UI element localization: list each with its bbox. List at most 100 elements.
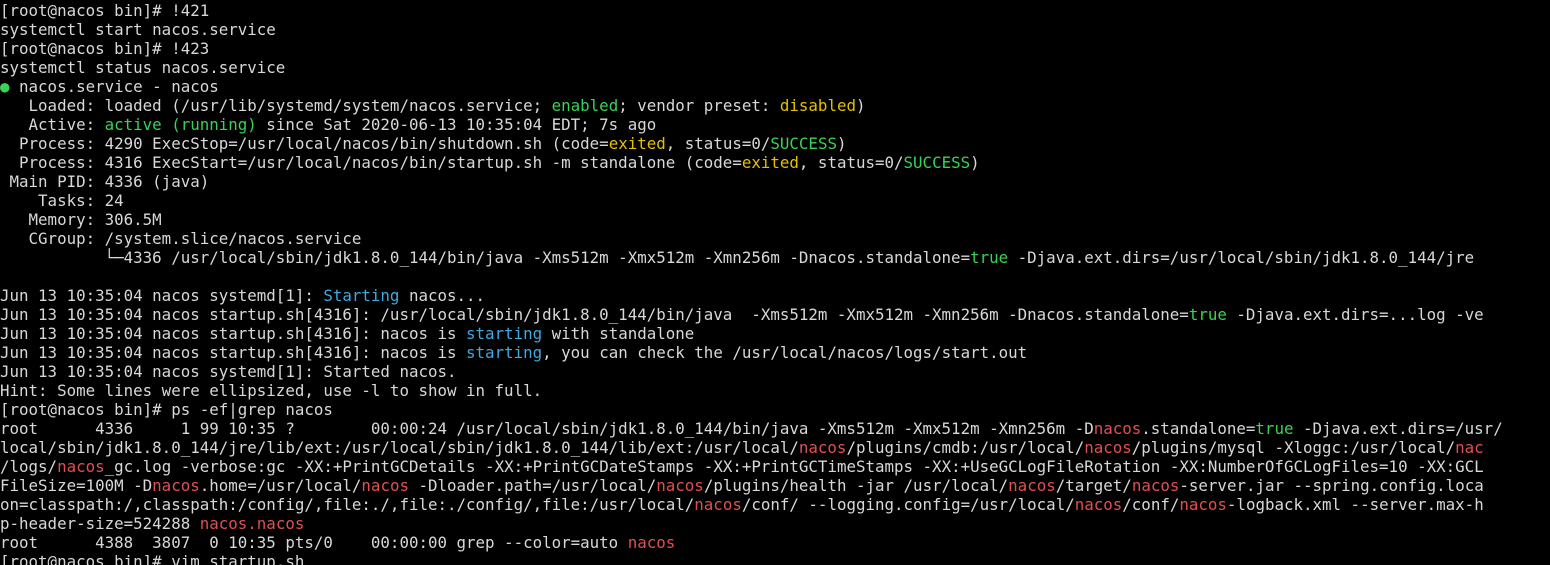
terminal-text: nacos [1093, 419, 1142, 438]
terminal-text: , you can check the /usr/local/nacos/log… [542, 343, 1028, 362]
terminal-line: └─4336 /usr/local/sbin/jdk1.8.0_144/bin/… [0, 248, 1550, 267]
terminal-line: [root@nacos bin]# !421 [0, 1, 1550, 20]
terminal-text: exited [741, 153, 799, 172]
terminal-line: systemctl start nacos.service [0, 20, 1550, 39]
terminal-text: /logs/ [0, 457, 58, 476]
terminal-text: CGroup: /system.slice/nacos.service [0, 229, 362, 248]
terminal-line: [root@nacos bin]# !423 [0, 39, 1550, 58]
terminal-text: active (running) [104, 115, 257, 134]
terminal-line: Jun 13 10:35:04 nacos systemd[1]: Starte… [0, 362, 1550, 381]
terminal-line: Memory: 306.5M [0, 210, 1550, 229]
terminal-line: root 4336 1 99 10:35 ? 00:00:24 /usr/loc… [0, 419, 1550, 438]
terminal-text: Tasks: 24 [0, 191, 124, 210]
terminal-text: [root@nacos bin]# vim startup.sh [0, 552, 305, 565]
terminal-text: on=classpath:/,classpath:/config/,file:.… [0, 495, 695, 514]
terminal-text: since Sat 2020-06-13 10:35:04 EDT; 7s ag… [256, 115, 657, 134]
terminal-text: /conf/ --logging.config=/usr/local/ [741, 495, 1075, 514]
terminal-text: Jun 13 10:35:04 nacos startup.sh[4316]: … [0, 324, 467, 343]
terminal-line: Main PID: 4336 (java) [0, 172, 1550, 191]
terminal-text: -Djava.ext.dirs=...log -ve [1226, 305, 1484, 324]
terminal-text: nacos.nacos [199, 514, 305, 533]
terminal-text: SUCCESS [903, 153, 971, 172]
terminal-text: Jun 13 10:35:04 nacos startup.sh[4316]: … [0, 305, 1189, 324]
terminal-text: -server.jar --spring.config.loca [1179, 476, 1484, 495]
terminal-text: starting [466, 343, 543, 362]
terminal-text: nacos [627, 533, 676, 552]
terminal-text: true [1188, 305, 1227, 324]
terminal-text: FileSize=100M -D [0, 476, 153, 495]
terminal-line: Jun 13 10:35:04 nacos startup.sh[4316]: … [0, 324, 1550, 343]
terminal-window[interactable]: [root@nacos bin]# !421 systemctl start na… [0, 1, 1550, 565]
terminal-text: Jun 13 10:35:04 nacos startup.sh[4316]: … [0, 343, 467, 362]
terminal-text: SUCCESS [770, 134, 837, 153]
terminal-text: ) [855, 96, 866, 115]
terminal-text: local/sbin/jdk1.8.0_144/jre/lib/ext:/usr… [0, 438, 799, 457]
terminal-text: .standalone= [1141, 419, 1256, 438]
terminal-text: starting [466, 324, 543, 343]
terminal-line: Jun 13 10:35:04 nacos systemd[1]: Starti… [0, 286, 1550, 305]
terminal-text: root 4388 3807 0 10:35 pts/0 00:00:00 gr… [0, 533, 628, 552]
terminal-text: nacos [361, 476, 409, 495]
terminal-text: nacos [152, 476, 200, 495]
terminal-text: Jun 13 10:35:04 nacos systemd[1]: Starte… [0, 362, 457, 381]
terminal-text: exited [608, 134, 666, 153]
terminal-text: , status=0/ [798, 153, 904, 172]
terminal-text: ) [836, 134, 847, 153]
terminal-line: Process: 4316 ExecStart=/usr/local/nacos… [0, 153, 1550, 172]
terminal-text: Active: [0, 115, 105, 134]
terminal-text: systemctl start nacos.service [0, 20, 276, 39]
terminal-text: nacos.service - nacos [9, 77, 219, 96]
terminal-text: Process: 4290 ExecStop=/usr/local/nacos/… [0, 134, 609, 153]
terminal-line: on=classpath:/,classpath:/config/,file:.… [0, 495, 1550, 514]
terminal-text: nacos [1179, 495, 1227, 514]
terminal-text: systemctl status nacos.service [0, 58, 286, 77]
terminal-text: [root@nacos bin]# !421 [0, 1, 210, 20]
terminal-text: disabled [779, 96, 856, 115]
terminal-line: Process: 4290 ExecStop=/usr/local/nacos/… [0, 134, 1550, 153]
terminal-text: nacos [798, 438, 847, 457]
terminal-text: Starting [323, 286, 400, 305]
terminal-text: nacos [1131, 476, 1180, 495]
terminal-text: -logback.xml --server.max-h [1226, 495, 1484, 514]
terminal-line: Tasks: 24 [0, 191, 1550, 210]
terminal-line: Hint: Some lines were ellipsized, use -l… [0, 381, 1550, 400]
terminal-text: [root@nacos bin]# ps -ef|grep nacos [0, 400, 333, 419]
terminal-line: ● nacos.service - nacos [0, 77, 1550, 96]
terminal-line: CGroup: /system.slice/nacos.service [0, 229, 1550, 248]
terminal-text: /plugins/health -jar /usr/local/ [703, 476, 1009, 495]
terminal-text: nacos [656, 476, 704, 495]
terminal-text: -Djava.ext.dirs=/usr/ [1293, 419, 1503, 438]
terminal-line: Jun 13 10:35:04 nacos startup.sh[4316]: … [0, 305, 1550, 324]
terminal-line: local/sbin/jdk1.8.0_144/jre/lib/ext:/usr… [0, 438, 1550, 457]
terminal-text: nacos... [399, 286, 486, 305]
terminal-text: root 4336 1 99 10:35 ? 00:00:24 /usr/loc… [0, 419, 1094, 438]
terminal-text: nacos [1008, 476, 1056, 495]
terminal-text: /conf/ [1122, 495, 1180, 514]
terminal-text: ) [970, 153, 980, 172]
terminal-text: ; vendor preset: [618, 96, 780, 115]
terminal-line: root 4388 3807 0 10:35 pts/0 00:00:00 gr… [0, 533, 1550, 552]
terminal-text: enabled [551, 96, 619, 115]
terminal-line: FileSize=100M -Dnacos.home=/usr/local/na… [0, 476, 1550, 495]
terminal-line: Active: active (running) since Sat 2020-… [0, 115, 1550, 134]
terminal-text: p-header-size=524288 [0, 514, 200, 533]
terminal-line: Loaded: loaded (/usr/lib/systemd/system/… [0, 96, 1550, 115]
terminal-text: true [970, 248, 1009, 267]
terminal-text: Main PID: 4336 (java) [0, 172, 210, 191]
terminal-line: Jun 13 10:35:04 nacos startup.sh[4316]: … [0, 343, 1550, 362]
terminal-text: Jun 13 10:35:04 nacos systemd[1]: [0, 286, 324, 305]
terminal-line: p-header-size=524288 nacos.nacos [0, 514, 1550, 533]
terminal-text: Process: 4316 ExecStart=/usr/local/nacos… [0, 153, 742, 172]
terminal-text: └─4336 /usr/local/sbin/jdk1.8.0_144/bin/… [0, 248, 971, 267]
status-dot-icon: ● [0, 77, 10, 96]
terminal-text: nac [1455, 438, 1484, 457]
terminal-text: , status=0/ [665, 134, 771, 153]
terminal-text: /target/ [1055, 476, 1132, 495]
terminal-text: /plugins/mysql -Xloggc:/usr/local/ [1131, 438, 1456, 457]
terminal-text: nacos [1074, 495, 1123, 514]
terminal-text: true [1255, 419, 1294, 438]
terminal-line: /logs/nacos_gc.log -verbose:gc -XX:+Prin… [0, 457, 1550, 476]
terminal-text: -Djava.ext.dirs=/usr/local/sbin/jdk1.8.0… [1008, 248, 1475, 267]
terminal-line: [root@nacos bin]# ps -ef|grep nacos [0, 400, 1550, 419]
